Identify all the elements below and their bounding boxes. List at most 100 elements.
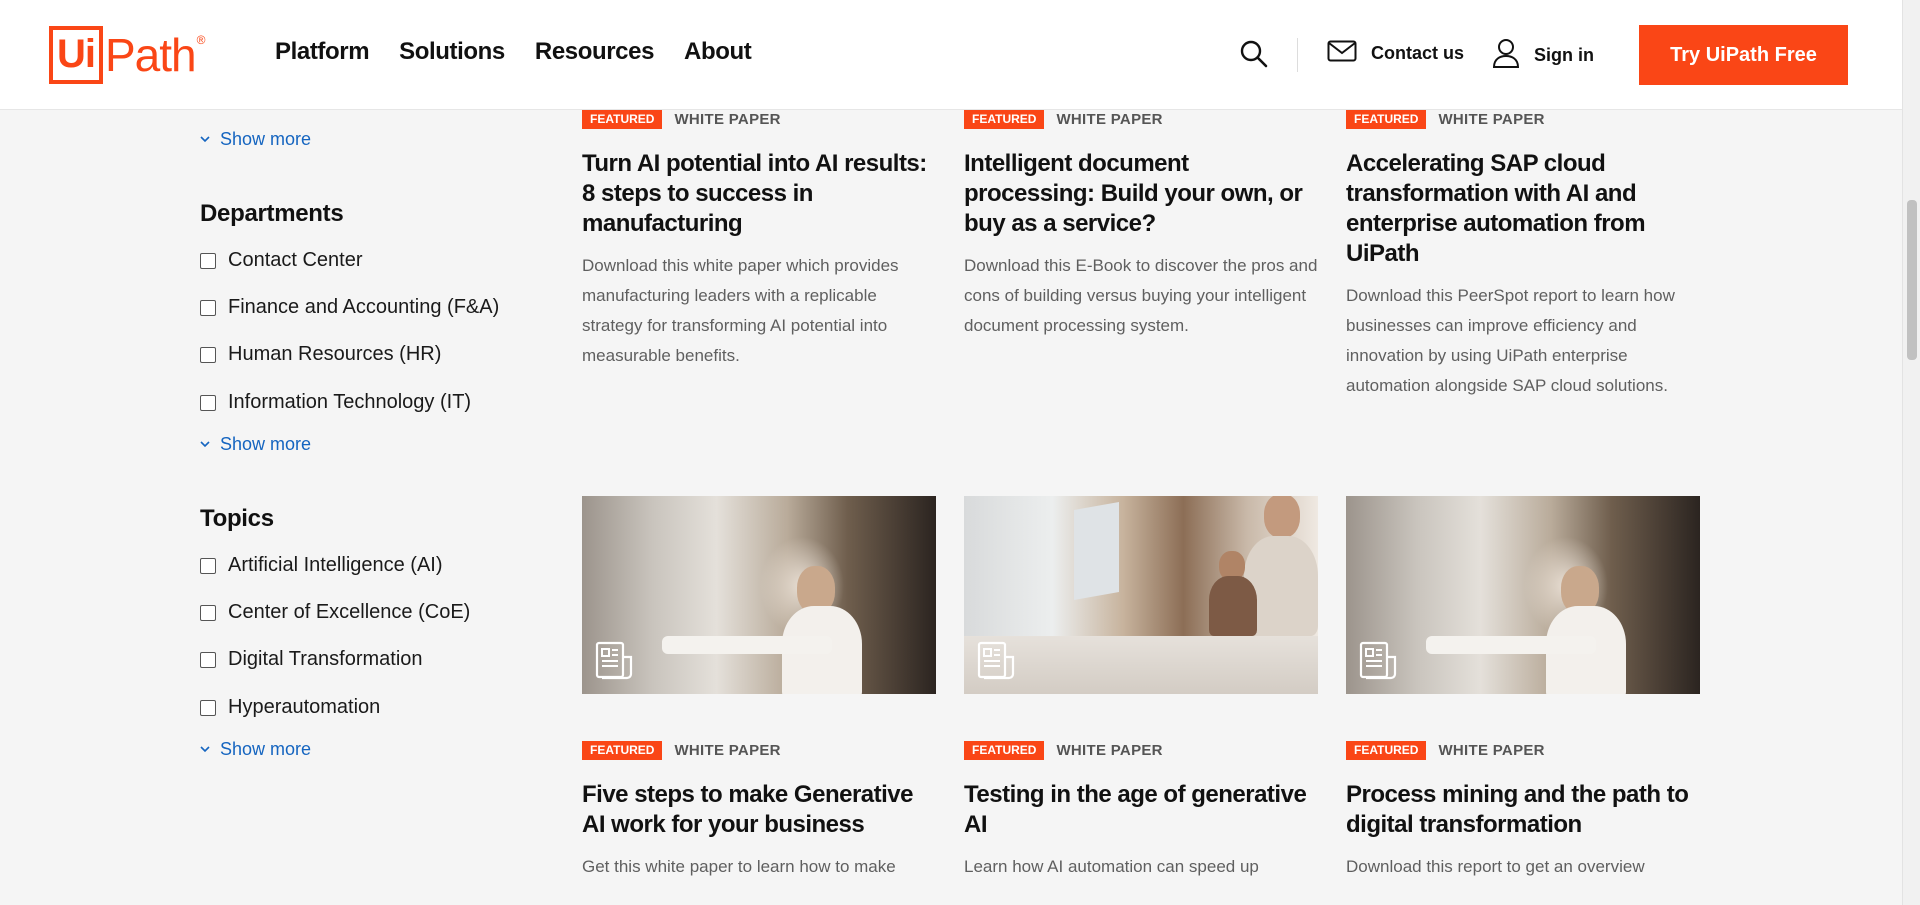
- page-scrollbar[interactable]: [1902, 0, 1920, 905]
- filter-label: Digital Transformation: [228, 648, 423, 670]
- filter-label: Finance and Accounting (F&A): [228, 296, 500, 318]
- document-icon: [976, 640, 1018, 682]
- person-figure: [1264, 496, 1300, 538]
- card-tags: FEATURED WHITE PAPER: [964, 110, 1318, 129]
- card-title[interactable]: Turn AI potential into AI results: 8 ste…: [582, 149, 936, 239]
- table-surface: [1426, 636, 1596, 654]
- card-description: Download this report to get an overview: [1346, 857, 1645, 876]
- content-type-label: WHITE PAPER: [1438, 742, 1545, 759]
- document-icon: [594, 640, 636, 682]
- featured-badge: FEATURED: [964, 741, 1045, 760]
- content-type-label: WHITE PAPER: [674, 742, 781, 759]
- nav-solutions[interactable]: Solutions: [399, 38, 505, 66]
- uipath-logo[interactable]: Ui Path ®: [49, 25, 205, 85]
- mail-icon: [1327, 40, 1357, 67]
- filter-center-of-excellence[interactable]: Center of Excellence (CoE): [200, 601, 470, 624]
- filter-digital-transformation[interactable]: Digital Transformation: [200, 648, 423, 671]
- filter-label: Information Technology (IT): [228, 391, 472, 413]
- user-icon: [1492, 38, 1520, 73]
- nav-resources[interactable]: Resources: [535, 38, 655, 66]
- content-type-label: WHITE PAPER: [1438, 111, 1545, 128]
- filter-label: Contact Center: [228, 249, 363, 271]
- checkbox[interactable]: [200, 346, 216, 363]
- checkbox[interactable]: [200, 651, 216, 668]
- filter-finance-accounting[interactable]: Finance and Accounting (F&A): [200, 296, 499, 319]
- card-title[interactable]: Five steps to make Generative AI work fo…: [582, 780, 936, 840]
- checkbox[interactable]: [200, 604, 216, 621]
- resource-card[interactable]: FEATURED WHITE PAPER Accelerating SAP cl…: [1346, 110, 1700, 401]
- contact-us-link[interactable]: Contact us: [1327, 40, 1464, 67]
- checkbox[interactable]: [200, 299, 216, 316]
- featured-badge: FEATURED: [1346, 741, 1427, 760]
- logo-path-text: Path: [105, 29, 197, 81]
- filter-artificial-intelligence[interactable]: Artificial Intelligence (AI): [200, 554, 443, 577]
- logo-ui-box: Ui: [49, 26, 103, 84]
- chevron-down-icon: [200, 742, 210, 756]
- resource-card[interactable]: FEATURED WHITE PAPER Intelligent documen…: [964, 110, 1318, 341]
- card-description: Learn how AI automation can speed up: [964, 857, 1259, 876]
- resource-card[interactable]: FEATURED WHITE PAPER Turn AI potential i…: [582, 110, 936, 371]
- sign-in-label: Sign in: [1534, 45, 1594, 65]
- card-description: Download this white paper which provides…: [582, 256, 899, 365]
- content-type-label: WHITE PAPER: [1056, 742, 1163, 759]
- departments-title: Departments: [200, 200, 344, 227]
- checkbox[interactable]: [200, 557, 216, 574]
- card-description: Download this PeerSpot report to learn h…: [1346, 286, 1675, 395]
- content-type-label: WHITE PAPER: [674, 111, 781, 128]
- show-more-previous[interactable]: Show more: [200, 129, 311, 150]
- header-divider: [1297, 38, 1298, 72]
- resource-card[interactable]: FEATURED WHITE PAPER Process mining and …: [1346, 741, 1700, 882]
- card-tags: FEATURED WHITE PAPER: [582, 110, 936, 129]
- site-header: Ui Path ® Platform Solutions Resources A…: [0, 0, 1902, 110]
- nav-about[interactable]: About: [684, 38, 752, 66]
- show-more-label: Show more: [220, 129, 312, 149]
- filter-label: Human Resources (HR): [228, 343, 442, 365]
- featured-badge: FEATURED: [582, 741, 663, 760]
- filter-label: Hyperautomation: [228, 696, 381, 718]
- card-tags: FEATURED WHITE PAPER: [1346, 110, 1700, 129]
- scrollbar-thumb[interactable]: [1907, 200, 1917, 360]
- main-nav: Platform Solutions Resources About: [275, 38, 752, 66]
- checkbox[interactable]: [200, 699, 216, 716]
- resource-card[interactable]: FEATURED WHITE PAPER Testing in the age …: [964, 741, 1318, 882]
- filter-contact-center[interactable]: Contact Center: [200, 249, 363, 272]
- featured-badge: FEATURED: [1346, 110, 1427, 129]
- show-more-topics[interactable]: Show more: [200, 739, 311, 760]
- card-title[interactable]: Accelerating SAP cloud transformation wi…: [1346, 149, 1700, 269]
- show-more-label: Show more: [220, 739, 312, 759]
- checkbox[interactable]: [200, 252, 216, 269]
- try-uipath-free-button[interactable]: Try UiPath Free: [1639, 25, 1848, 85]
- sign-in-link[interactable]: Sign in: [1492, 38, 1594, 73]
- filter-label: Center of Excellence (CoE): [228, 601, 471, 623]
- card-tags: FEATURED WHITE PAPER: [582, 741, 936, 760]
- person-figure: [1209, 576, 1257, 636]
- filter-information-technology[interactable]: Information Technology (IT): [200, 391, 471, 414]
- card-description: Download this E-Book to discover the pro…: [964, 256, 1318, 335]
- logo-registered-mark: ®: [196, 33, 206, 47]
- chevron-down-icon: [200, 132, 210, 146]
- checkbox[interactable]: [200, 394, 216, 411]
- card-title[interactable]: Testing in the age of generative AI: [964, 780, 1318, 840]
- nav-platform[interactable]: Platform: [275, 38, 370, 66]
- card-image[interactable]: [582, 496, 936, 694]
- card-tags: FEATURED WHITE PAPER: [1346, 741, 1700, 760]
- card-image[interactable]: [1346, 496, 1700, 694]
- document-icon: [1358, 640, 1400, 682]
- contact-us-label: Contact us: [1371, 43, 1465, 63]
- show-more-departments[interactable]: Show more: [200, 434, 311, 455]
- card-description: Get this white paper to learn how to mak…: [582, 857, 896, 876]
- search-icon[interactable]: [1238, 38, 1270, 70]
- featured-badge: FEATURED: [964, 110, 1045, 129]
- card-image[interactable]: [964, 496, 1318, 694]
- featured-badge: FEATURED: [582, 110, 663, 129]
- card-title[interactable]: Intelligent document processing: Build y…: [964, 149, 1318, 239]
- filter-human-resources[interactable]: Human Resources (HR): [200, 343, 441, 366]
- table-surface: [662, 636, 832, 654]
- content-type-label: WHITE PAPER: [1056, 111, 1163, 128]
- card-title[interactable]: Process mining and the path to digital t…: [1346, 780, 1700, 840]
- filter-hyperautomation[interactable]: Hyperautomation: [200, 696, 380, 719]
- filter-label: Artificial Intelligence (AI): [228, 554, 443, 576]
- show-more-label: Show more: [220, 434, 312, 454]
- card-tags: FEATURED WHITE PAPER: [964, 741, 1318, 760]
- resource-card[interactable]: FEATURED WHITE PAPER Five steps to make …: [582, 741, 936, 882]
